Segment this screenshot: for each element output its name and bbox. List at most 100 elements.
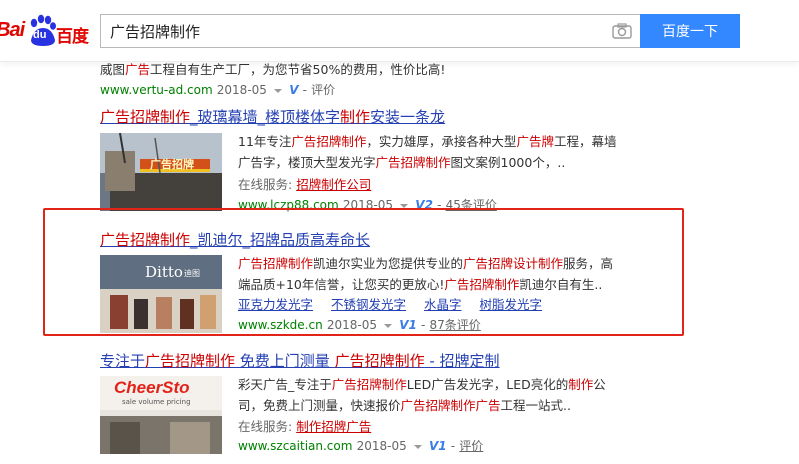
eval-separator: - xyxy=(450,439,456,453)
sublink-acrylic[interactable]: 亚克力发光字 xyxy=(238,297,313,312)
dropdown-arrow-icon[interactable] xyxy=(384,323,393,328)
desc-text: 公 xyxy=(593,377,606,392)
thumb-brand-sub: 迪图 xyxy=(184,269,200,278)
desc-text: 凯迪尔自有生.. xyxy=(519,277,603,292)
title-text: 免费上门测量 xyxy=(235,352,335,370)
service-link[interactable]: 招牌制作公司 xyxy=(296,177,371,192)
title-text: 专注于 xyxy=(100,352,146,370)
thumb-brand-text: CheerSto xyxy=(114,378,190,397)
desc-text: 工程，幕墙 xyxy=(553,134,617,149)
result-1-title[interactable]: 广告招牌制作_玻璃幕墙_楼顶楼体字制作安装一条龙 xyxy=(100,106,445,127)
title-keyword: 广告招牌制作 xyxy=(145,352,236,370)
title-text: _凯迪尔_招牌品质高寿命长 xyxy=(190,231,371,249)
desc-keyword: 广告招牌设计制作 xyxy=(463,256,564,271)
desc-keyword: 广告招牌制作 xyxy=(331,377,407,392)
baidu-logo[interactable]: Bai du 百度 xyxy=(0,14,96,50)
desc-keyword: 广告招牌制作 xyxy=(238,256,314,271)
desc-keyword: 制作 xyxy=(568,377,594,392)
result-0-meta: www.vertu-ad.com 2018-05 V - 评价 xyxy=(100,81,335,98)
v-badge-icon[interactable]: V xyxy=(289,83,298,97)
service-label: 在线服务: xyxy=(238,177,293,192)
result-eval-link[interactable]: 87条评价 xyxy=(430,318,481,332)
desc-text: 彩天广告_专注于 xyxy=(238,377,332,392)
result-1-thumbnail[interactable]: 广告招牌 xyxy=(100,133,222,211)
result-url[interactable]: www.szkde.cn xyxy=(238,318,323,332)
result-date: 2018-05 xyxy=(326,318,377,332)
title-keyword: 广告招牌制作 xyxy=(100,108,191,126)
result-eval-link[interactable]: 评价 xyxy=(459,439,483,453)
desc-text: 司，免费上门测量，快速报价 xyxy=(238,398,401,413)
desc-text: 广告字，楼顶大型发光字 xyxy=(238,155,376,170)
result-3-title[interactable]: 专注于广告招牌制作 免费上门测量 广告招牌制作 - 招牌定制 xyxy=(100,350,500,371)
dropdown-arrow-icon[interactable] xyxy=(413,444,422,449)
result-eval-link[interactable]: 评价 xyxy=(311,83,335,97)
v-letter: V xyxy=(429,439,439,453)
logo-du-text: du xyxy=(33,29,47,41)
search-button[interactable]: 百度一下 xyxy=(640,14,740,48)
result-1-service: 在线服务: 招牌制作公司 xyxy=(238,174,371,195)
sublink-resin[interactable]: 树脂发光字 xyxy=(480,297,543,312)
desc-text: LED广告发光字，LED亮化的 xyxy=(406,377,569,392)
desc-text: 工程一站式.. xyxy=(500,398,571,413)
results-list: 威图广告工程自有生产工厂，为您节省50%的费用，性价比高! www.vertu-… xyxy=(0,62,799,464)
dropdown-arrow-icon[interactable] xyxy=(400,203,409,208)
title-keyword: 制作 xyxy=(340,108,371,126)
title-text: 安装一条龙 xyxy=(370,108,446,126)
desc-keyword: 广告招牌制作 xyxy=(291,134,367,149)
desc-text: 工程自有生产工厂，为您节省50%的费用，性价比高! xyxy=(150,62,446,77)
result-url[interactable]: www.vertu-ad.com xyxy=(100,83,213,97)
title-text: - 招牌定制 xyxy=(424,352,500,370)
result-date: 2018-05 xyxy=(216,83,267,97)
desc-text: 图文案例1000个，.. xyxy=(450,155,566,170)
desc-text: 凯迪尔实业为您提供专业的 xyxy=(313,256,464,271)
title-keyword: 广告招牌制作 xyxy=(334,352,425,370)
dropdown-arrow-icon[interactable] xyxy=(274,88,283,93)
result-url[interactable]: www.szcaitian.com xyxy=(238,439,352,453)
result-2-thumbnail[interactable]: Ditto 迪图 xyxy=(100,255,222,333)
result-3-thumbnail[interactable]: CheerSto sale volume pricing xyxy=(100,376,222,454)
desc-text: 威图 xyxy=(100,62,126,77)
service-link[interactable]: 制作招牌广告 xyxy=(296,419,371,434)
camera-icon[interactable] xyxy=(612,23,632,39)
result-2-meta: www.szkde.cn 2018-05 V1 - 87条评价 xyxy=(238,316,481,333)
desc-keyword: 广告招牌制作 xyxy=(375,155,451,170)
logo-latin-text: Bai xyxy=(0,19,25,41)
desc-keyword: 广告牌 xyxy=(516,134,554,149)
v-level: 1 xyxy=(408,318,417,332)
result-3-desc-line1: 彩天广告_专注于广告招牌制作LED广告发光字，LED亮化的制作公 xyxy=(238,374,606,395)
desc-text: 11年专注 xyxy=(238,134,292,149)
eval-separator: - xyxy=(302,83,307,97)
thumb-brand-sub: sale volume pricing xyxy=(122,398,191,406)
search-input[interactable] xyxy=(101,15,601,47)
result-date: 2018-05 xyxy=(356,439,407,453)
sublink-crystal[interactable]: 水晶字 xyxy=(424,297,462,312)
thumb-brand-text: Ditto xyxy=(145,263,183,281)
thumb-sign-text: 广告招牌 xyxy=(150,158,194,171)
result-2-title[interactable]: 广告招牌制作_凯迪尔_招牌品质高寿命长 xyxy=(100,229,370,250)
title-keyword: 广告招牌制作 xyxy=(100,231,191,249)
v-letter: V xyxy=(399,318,409,332)
desc-text: ，实力雄厚，承接各种大型 xyxy=(366,134,517,149)
logo-chinese-text: 百度 xyxy=(56,27,89,47)
sublink-stainless[interactable]: 不锈钢发光字 xyxy=(331,297,406,312)
result-0-desc: 威图广告工程自有生产工厂，为您节省50%的费用，性价比高! xyxy=(100,59,445,80)
search-box xyxy=(100,14,640,48)
result-3-meta: www.szcaitian.com 2018-05 V1 - 评价 xyxy=(238,437,483,454)
result-1-desc-line2: 广告字，楼顶大型发光字广告招牌制作图文案例1000个，.. xyxy=(238,152,565,173)
result-1-desc-line1: 11年专注广告招牌制作，实力雄厚，承接各种大型广告牌工程，幕墙 xyxy=(238,131,616,152)
desc-keyword: 广告 xyxy=(125,62,151,77)
desc-text: 端品质+10年信誉，让您买的更放心! xyxy=(238,277,445,292)
result-2-desc-line1: 广告招牌制作凯迪尔实业为您提供专业的广告招牌设计制作服务，高 xyxy=(238,253,613,274)
v-badge-icon[interactable]: V1 xyxy=(399,318,417,332)
service-label: 在线服务: xyxy=(238,419,293,434)
v-badge-icon[interactable]: V1 xyxy=(429,439,447,453)
building-photo xyxy=(100,133,222,211)
v-level: 1 xyxy=(438,439,447,453)
result-3-service: 在线服务: 制作招牌广告 xyxy=(238,416,371,437)
desc-text: 服务，高 xyxy=(563,256,614,271)
result-2-desc-line2: 端品质+10年信誉，让您买的更放心!广告招牌制作凯迪尔自有生.. xyxy=(238,274,602,295)
desc-keyword: 广告招牌制作广告 xyxy=(400,398,501,413)
title-text: _玻璃幕墙_楼顶楼体字 xyxy=(190,108,341,126)
desc-keyword: 广告招牌制作 xyxy=(444,277,520,292)
result-3-desc-line2: 司，免费上门测量，快速报价广告招牌制作广告工程一站式.. xyxy=(238,395,571,416)
